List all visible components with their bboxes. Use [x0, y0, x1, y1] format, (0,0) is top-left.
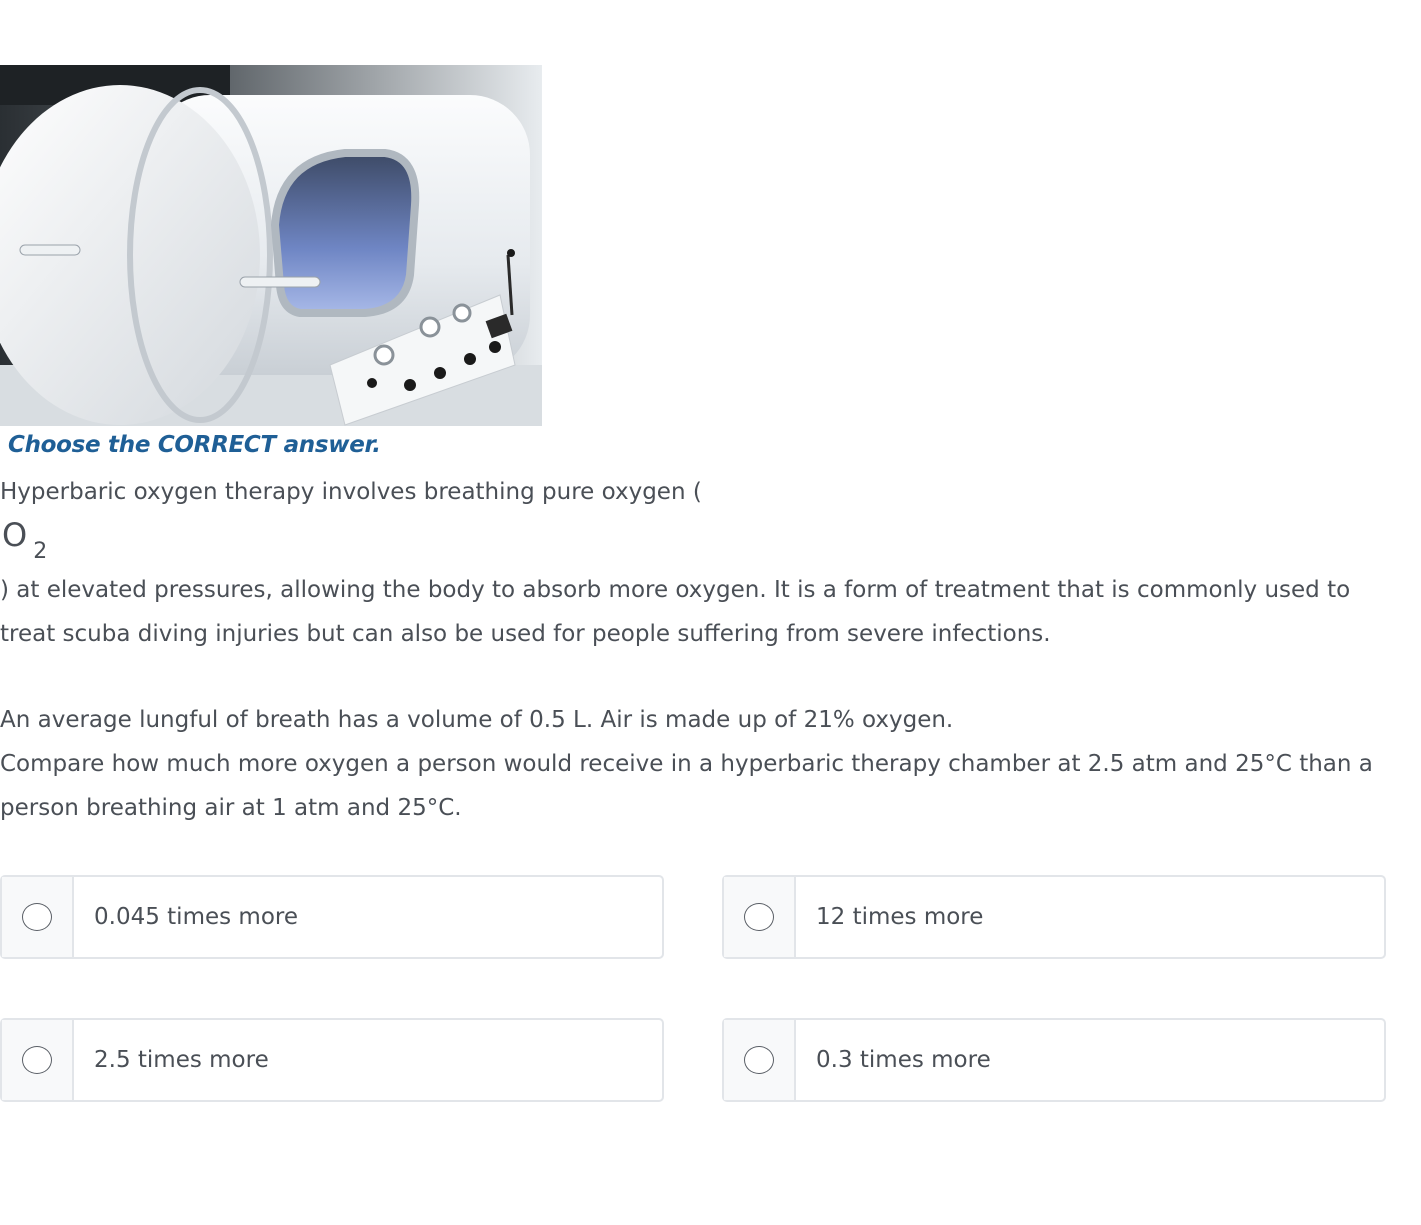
hyperbaric-chamber-image [0, 65, 542, 426]
formula-subscript: 2 [33, 539, 48, 564]
radio-cell[interactable] [2, 1020, 74, 1100]
answer-label: 0.3 times more [816, 1047, 991, 1073]
formula-base: O [2, 516, 28, 554]
chamber-illustration [0, 65, 542, 426]
answer-label: 0.045 times more [94, 904, 298, 930]
radio-button[interactable] [22, 1046, 52, 1074]
answer-option[interactable]: 12 times more [722, 875, 1386, 959]
radio-button[interactable] [22, 903, 52, 931]
question-continuation: ) at elevated pressures, allowing the bo… [0, 577, 1351, 647]
answer-option[interactable]: 0.3 times more [722, 1018, 1386, 1102]
radio-button[interactable] [744, 903, 774, 931]
answer-option[interactable]: 0.045 times more [0, 875, 664, 959]
answer-label: 2.5 times more [94, 1047, 269, 1073]
answer-option[interactable]: 2.5 times more [0, 1018, 664, 1102]
radio-button[interactable] [744, 1046, 774, 1074]
answer-label: 12 times more [816, 904, 984, 930]
radio-cell[interactable] [724, 1020, 796, 1100]
question-intro: Hyperbaric oxygen therapy involves breat… [0, 479, 702, 505]
radio-cell[interactable] [2, 877, 74, 957]
question-prompt: Compare how much more oxygen a person wo… [0, 751, 1373, 821]
radio-cell[interactable] [724, 877, 796, 957]
lung-info-text: An average lungful of breath has a volum… [0, 707, 954, 733]
instruction-text: Choose the CORRECT answer. [8, 432, 381, 458]
oxygen-formula: O2 [2, 516, 47, 564]
